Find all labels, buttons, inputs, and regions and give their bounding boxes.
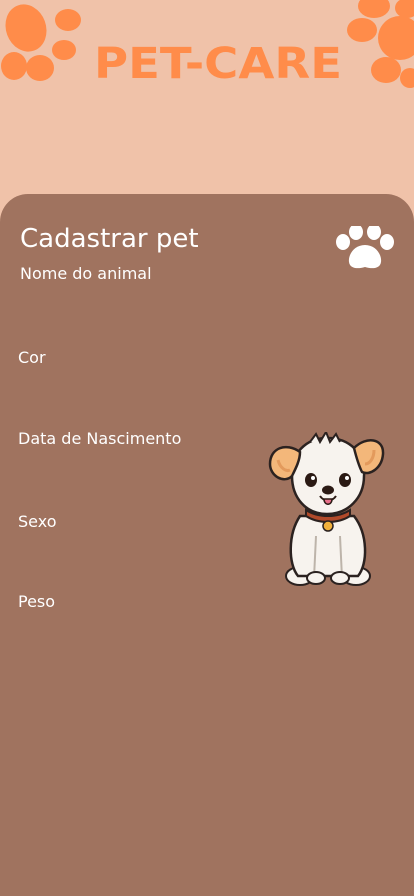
header: PET-CARE [0,0,414,195]
page-title: Cadastrar pet [20,224,199,254]
register-pet-card: Cadastrar pet Nome do animal Cor Data de… [0,194,414,896]
app-title: PET-CARE [94,39,342,88]
field-label-nome: Nome do animal [20,264,152,283]
app-logo: PET-CARE [94,39,342,88]
field-label-peso: Peso [18,592,56,611]
field-label-cor: Cor [18,348,46,367]
dog-illustration [268,432,385,586]
field-label-sexo: Sexo [18,512,57,531]
paw-icon [347,0,414,88]
paw-icon [336,226,394,269]
paw-icon [1,4,81,81]
field-label-data-nascimento: Data de Nascimento [18,429,182,448]
